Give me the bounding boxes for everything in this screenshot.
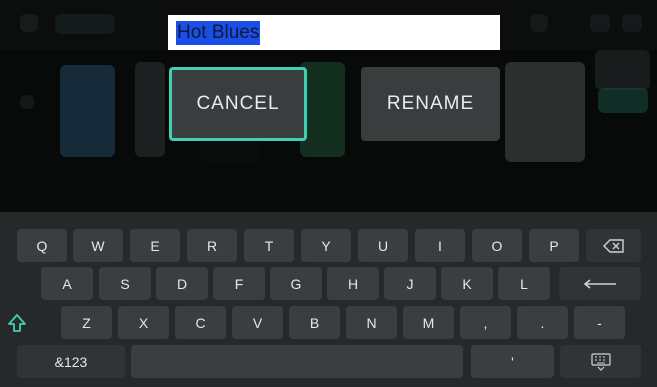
key-z[interactable]: Z bbox=[61, 306, 112, 339]
key-label: U bbox=[377, 237, 389, 254]
enter-key[interactable] bbox=[559, 267, 641, 300]
cancel-button[interactable]: CANCEL bbox=[169, 67, 307, 141]
key-f[interactable]: F bbox=[213, 267, 265, 300]
key-i[interactable]: I bbox=[415, 229, 465, 262]
key-label: L bbox=[520, 275, 528, 292]
key-label: R bbox=[206, 237, 218, 254]
key-q[interactable]: Q bbox=[17, 229, 67, 262]
key-u[interactable]: U bbox=[358, 229, 408, 262]
key-g[interactable]: G bbox=[270, 267, 322, 300]
key-j[interactable]: J bbox=[384, 267, 436, 300]
symbols-key[interactable]: &123 bbox=[17, 345, 125, 378]
key-apostrophe[interactable]: ' bbox=[471, 345, 554, 378]
key-o[interactable]: O bbox=[472, 229, 522, 262]
key-label: C bbox=[195, 314, 206, 331]
key-label: J bbox=[406, 275, 414, 292]
key-d[interactable]: D bbox=[156, 267, 208, 300]
keyboard-hide-icon bbox=[590, 352, 612, 371]
key-m[interactable]: M bbox=[403, 306, 454, 339]
key-label: T bbox=[264, 237, 274, 254]
shift-icon bbox=[7, 313, 27, 333]
space-key[interactable] bbox=[131, 345, 463, 378]
key-label: G bbox=[290, 275, 302, 292]
key-v[interactable]: V bbox=[232, 306, 283, 339]
key-l[interactable]: L bbox=[498, 267, 550, 300]
key-period[interactable]: . bbox=[517, 306, 568, 339]
key-label: N bbox=[366, 314, 377, 331]
key-label: E bbox=[150, 237, 160, 254]
key-label: O bbox=[491, 237, 503, 254]
shift-key[interactable] bbox=[0, 306, 33, 339]
key-hyphen[interactable]: - bbox=[574, 306, 625, 339]
rename-label: RENAME bbox=[386, 93, 475, 114]
key-label: D bbox=[176, 275, 188, 292]
key-label: Z bbox=[82, 314, 91, 331]
key-label: M bbox=[422, 314, 435, 331]
key-label: Y bbox=[321, 237, 331, 254]
key-label: Q bbox=[36, 237, 48, 254]
key-label: , bbox=[483, 314, 488, 331]
key-label: V bbox=[252, 314, 263, 331]
key-label: I bbox=[438, 237, 442, 254]
key-b[interactable]: B bbox=[289, 306, 340, 339]
key-r[interactable]: R bbox=[187, 229, 237, 262]
key-label: B bbox=[309, 314, 320, 331]
key-w[interactable]: W bbox=[73, 229, 123, 262]
key-label: X bbox=[138, 314, 149, 331]
on-screen-keyboard: Q W E R T Y U I O P A S D F G H J K L Z … bbox=[0, 212, 657, 387]
preset-name-input[interactable]: Hot Blues bbox=[168, 15, 500, 50]
key-x[interactable]: X bbox=[118, 306, 169, 339]
key-a[interactable]: A bbox=[41, 267, 93, 300]
key-label: - bbox=[597, 314, 602, 331]
key-label: W bbox=[91, 237, 105, 254]
backspace-icon bbox=[602, 238, 625, 253]
key-n[interactable]: N bbox=[346, 306, 397, 339]
key-label: &123 bbox=[54, 353, 88, 370]
key-s[interactable]: S bbox=[99, 267, 151, 300]
key-label: . bbox=[540, 314, 545, 331]
key-label: H bbox=[347, 275, 359, 292]
key-y[interactable]: Y bbox=[301, 229, 351, 262]
key-label: A bbox=[62, 275, 72, 292]
key-label: ' bbox=[511, 353, 514, 370]
key-label: K bbox=[462, 275, 472, 292]
key-label: S bbox=[120, 275, 130, 292]
backspace-key[interactable] bbox=[586, 229, 641, 262]
key-t[interactable]: T bbox=[244, 229, 294, 262]
rename-button[interactable]: RENAME bbox=[361, 67, 500, 141]
key-e[interactable]: E bbox=[130, 229, 180, 262]
key-comma[interactable]: , bbox=[460, 306, 511, 339]
key-h[interactable]: H bbox=[327, 267, 379, 300]
key-c[interactable]: C bbox=[175, 306, 226, 339]
key-p[interactable]: P bbox=[529, 229, 579, 262]
hide-keyboard-key[interactable] bbox=[560, 345, 641, 378]
cancel-label: CANCEL bbox=[196, 93, 280, 114]
key-k[interactable]: K bbox=[441, 267, 493, 300]
key-label: P bbox=[549, 237, 559, 254]
selected-text: Hot Blues bbox=[176, 20, 261, 45]
key-label: F bbox=[234, 275, 244, 292]
enter-icon bbox=[583, 278, 617, 290]
